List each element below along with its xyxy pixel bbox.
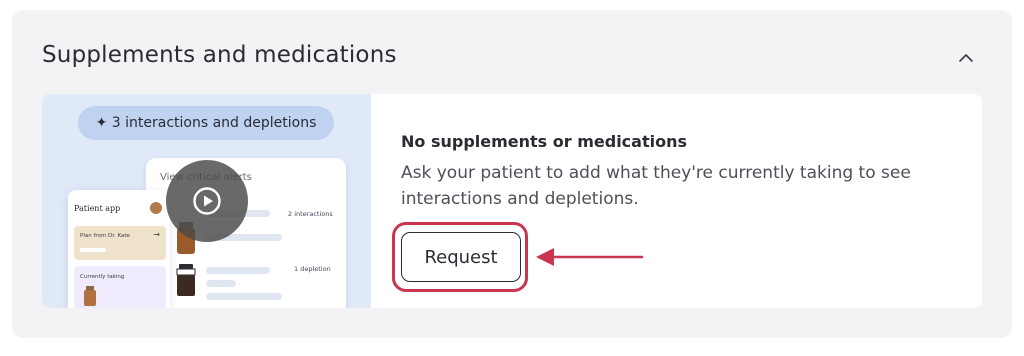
arrow-right-icon: → [153,230,160,239]
medicine-bottle-icon [84,286,96,306]
patient-app-mock: Patient app Plan from Dr. Kate → Current… [68,190,170,308]
empty-state-title: No supplements or medications [401,132,687,151]
currently-taking-card: Currently taking [74,266,166,308]
alert-row-bar [206,267,270,274]
content-panel: ✦ 3 interactions and depletions View cri… [42,94,982,308]
interactions-pill: ✦ 3 interactions and depletions [78,106,334,140]
plan-label: Plan from Dr. Kate [80,233,130,239]
alert-row-bar [206,280,236,287]
alert-count: 1 depletion [294,265,331,273]
collapse-button[interactable] [952,46,980,70]
alert-count: 2 interactions [288,210,333,218]
arrow-left-icon [536,248,644,266]
currently-taking-label: Currently taking [80,274,125,280]
plan-card: Plan from Dr. Kate → [74,226,166,260]
play-icon [193,187,221,215]
alert-row-bar [206,293,282,300]
play-video-button[interactable] [166,160,248,242]
supplements-card: Supplements and medications ✦ 3 interact… [12,10,1012,338]
request-button[interactable]: Request [401,232,521,282]
section-title: Supplements and medications [42,42,397,68]
feature-preview: ✦ 3 interactions and depletions View cri… [42,94,371,308]
chevron-up-icon [959,54,973,62]
phone-title: Patient app [74,204,121,213]
empty-state-description: Ask your patient to add what they're cur… [401,163,911,209]
avatar [150,202,162,214]
plan-progress-bar [80,248,106,252]
medicine-bottle-icon [176,264,196,296]
